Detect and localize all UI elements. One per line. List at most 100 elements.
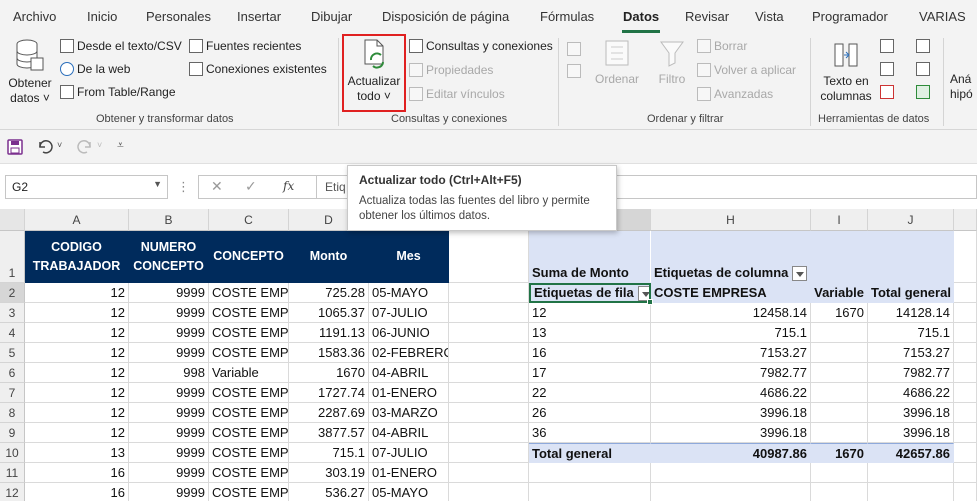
cell-f[interactable] — [449, 403, 529, 423]
cell-j[interactable] — [868, 483, 954, 501]
cell-codigo[interactable]: 16 — [25, 463, 129, 483]
cell-monto[interactable]: 2287.69 — [289, 403, 369, 423]
pivot-total-label[interactable]: Total general — [529, 443, 651, 463]
insert-function-icon[interactable]: fx — [283, 179, 294, 193]
cell-k[interactable] — [954, 403, 977, 423]
pivot-value-coste[interactable]: 7153.27 — [651, 343, 811, 363]
cell-numero[interactable]: 9999 — [129, 423, 209, 443]
pivot-value-total[interactable]: 7982.77 — [868, 363, 954, 383]
tab-datos[interactable]: Datos — [623, 9, 659, 24]
cancel-entry-icon[interactable]: ✕ — [211, 178, 223, 195]
cell-codigo[interactable]: 12 — [25, 323, 129, 343]
column-header-a[interactable]: A — [25, 209, 129, 231]
tab-revisar[interactable]: Revisar — [685, 9, 729, 24]
cell-monto[interactable]: 1727.74 — [289, 383, 369, 403]
column-header-k[interactable] — [954, 209, 977, 231]
pivot-col-total-general[interactable]: Total general — [868, 283, 954, 303]
pivot-sum-label[interactable]: Suma de Monto — [529, 231, 651, 283]
table-header-numero[interactable]: NUMERO CONCEPTO — [129, 231, 209, 283]
cell-k[interactable] — [954, 443, 977, 463]
redo-dropdown-icon[interactable]: ˅ — [97, 140, 102, 150]
name-box-dropdown-icon[interactable]: ▼ — [153, 179, 162, 189]
cell-mes[interactable]: 05-MAYO — [369, 283, 449, 303]
pivot-value-total[interactable]: 4686.22 — [868, 383, 954, 403]
data-model-icon[interactable] — [916, 85, 930, 99]
pivot-value-total[interactable]: 715.1 — [868, 323, 954, 343]
remove-duplicates-icon[interactable] — [880, 62, 894, 76]
cell-mes[interactable]: 05-MAYO — [369, 483, 449, 501]
pivot-value-coste[interactable]: 12458.14 — [651, 303, 811, 323]
cell-k[interactable] — [954, 383, 977, 403]
cell-codigo[interactable]: 12 — [25, 303, 129, 323]
cell-codigo[interactable]: 12 — [25, 383, 129, 403]
table-header-monto[interactable]: Monto — [289, 231, 369, 283]
cell-codigo[interactable]: 12 — [25, 423, 129, 443]
cell-mes[interactable]: 03-MARZO — [369, 403, 449, 423]
cell-i[interactable] — [811, 483, 868, 501]
cell-mes[interactable]: 06-JUNIO — [369, 323, 449, 343]
cell-f[interactable] — [449, 283, 529, 303]
cell-k[interactable] — [954, 463, 977, 483]
from-text-button[interactable]: Desde el texto/CSV — [60, 39, 182, 53]
pivot-value-total[interactable]: 7153.27 — [868, 343, 954, 363]
pivot-value-total[interactable]: 14128.14 — [868, 303, 954, 323]
cell-f[interactable] — [449, 383, 529, 403]
cell-codigo[interactable]: 12 — [25, 283, 129, 303]
pivot-value-coste[interactable]: 3996.18 — [651, 403, 811, 423]
from-web-button[interactable]: De la web — [60, 62, 130, 76]
cell-i[interactable] — [811, 463, 868, 483]
flash-fill-icon[interactable] — [880, 39, 894, 53]
cell-f[interactable] — [449, 463, 529, 483]
cell-mes[interactable]: 01-ENERO — [369, 463, 449, 483]
tab-formulas[interactable]: Fórmulas — [540, 9, 594, 24]
cell-concepto[interactable]: COSTE EMPR — [209, 463, 289, 483]
column-header-i[interactable]: I — [811, 209, 868, 231]
pivot-value-coste[interactable]: 7982.77 — [651, 363, 811, 383]
pivot-row-key[interactable]: 16 — [529, 343, 651, 363]
cell-monto[interactable]: 1670 — [289, 363, 369, 383]
row-header[interactable]: 7 — [0, 383, 25, 403]
cell-k[interactable] — [954, 283, 977, 303]
undo-dropdown-icon[interactable]: ˅ — [57, 140, 62, 150]
cell-codigo[interactable]: 12 — [25, 363, 129, 383]
column-header-h[interactable]: H — [651, 209, 811, 231]
pivot-value-variable[interactable]: 1670 — [811, 303, 868, 323]
cell-k[interactable] — [954, 363, 977, 383]
cell-h[interactable] — [651, 463, 811, 483]
pivot-row-key[interactable]: 12 — [529, 303, 651, 323]
cell-k[interactable] — [954, 303, 977, 323]
undo-icon[interactable] — [36, 139, 54, 155]
tab-insertar[interactable]: Insertar — [237, 9, 281, 24]
cell-k[interactable] — [954, 343, 977, 363]
cell-g[interactable] — [529, 463, 651, 483]
cell-mes[interactable]: 04-ABRIL — [369, 423, 449, 443]
cell-h[interactable] — [651, 483, 811, 501]
cell-numero[interactable]: 998 — [129, 363, 209, 383]
cell-numero[interactable]: 9999 — [129, 343, 209, 363]
cell-concepto[interactable]: COSTE EMPR — [209, 483, 289, 501]
cell-f[interactable] — [449, 323, 529, 343]
queries-connections-button[interactable]: Consultas y conexiones — [409, 39, 553, 53]
select-all-corner[interactable] — [0, 209, 25, 231]
cell-numero[interactable]: 9999 — [129, 303, 209, 323]
name-box[interactable]: G2 ▼ — [5, 175, 168, 199]
cell-monto[interactable]: 1065.37 — [289, 303, 369, 323]
cell-mes[interactable]: 07-JULIO — [369, 303, 449, 323]
pivot-value-total[interactable]: 3996.18 — [868, 403, 954, 423]
pivot-value-coste[interactable]: 715.1 — [651, 323, 811, 343]
pivot-value-variable[interactable] — [811, 323, 868, 343]
tab-archivo[interactable]: Archivo — [13, 9, 56, 24]
relationships-icon[interactable] — [916, 62, 930, 76]
sort-az-button[interactable] — [567, 42, 584, 56]
cell-concepto[interactable]: COSTE EMPR — [209, 443, 289, 463]
row-header[interactable]: 5 — [0, 343, 25, 363]
tab-inicio[interactable]: Inicio — [87, 9, 117, 24]
cell-monto[interactable]: 715.1 — [289, 443, 369, 463]
cell-concepto[interactable]: COSTE EMPR — [209, 283, 289, 303]
cell-k[interactable] — [954, 483, 977, 501]
cell-numero[interactable]: 9999 — [129, 443, 209, 463]
cell-mes[interactable]: 02-FEBRERO — [369, 343, 449, 363]
cell-concepto[interactable]: COSTE EMPR — [209, 423, 289, 443]
pivot-col-coste-empresa[interactable]: COSTE EMPRESA — [651, 283, 811, 303]
cell-codigo[interactable]: 16 — [25, 483, 129, 501]
